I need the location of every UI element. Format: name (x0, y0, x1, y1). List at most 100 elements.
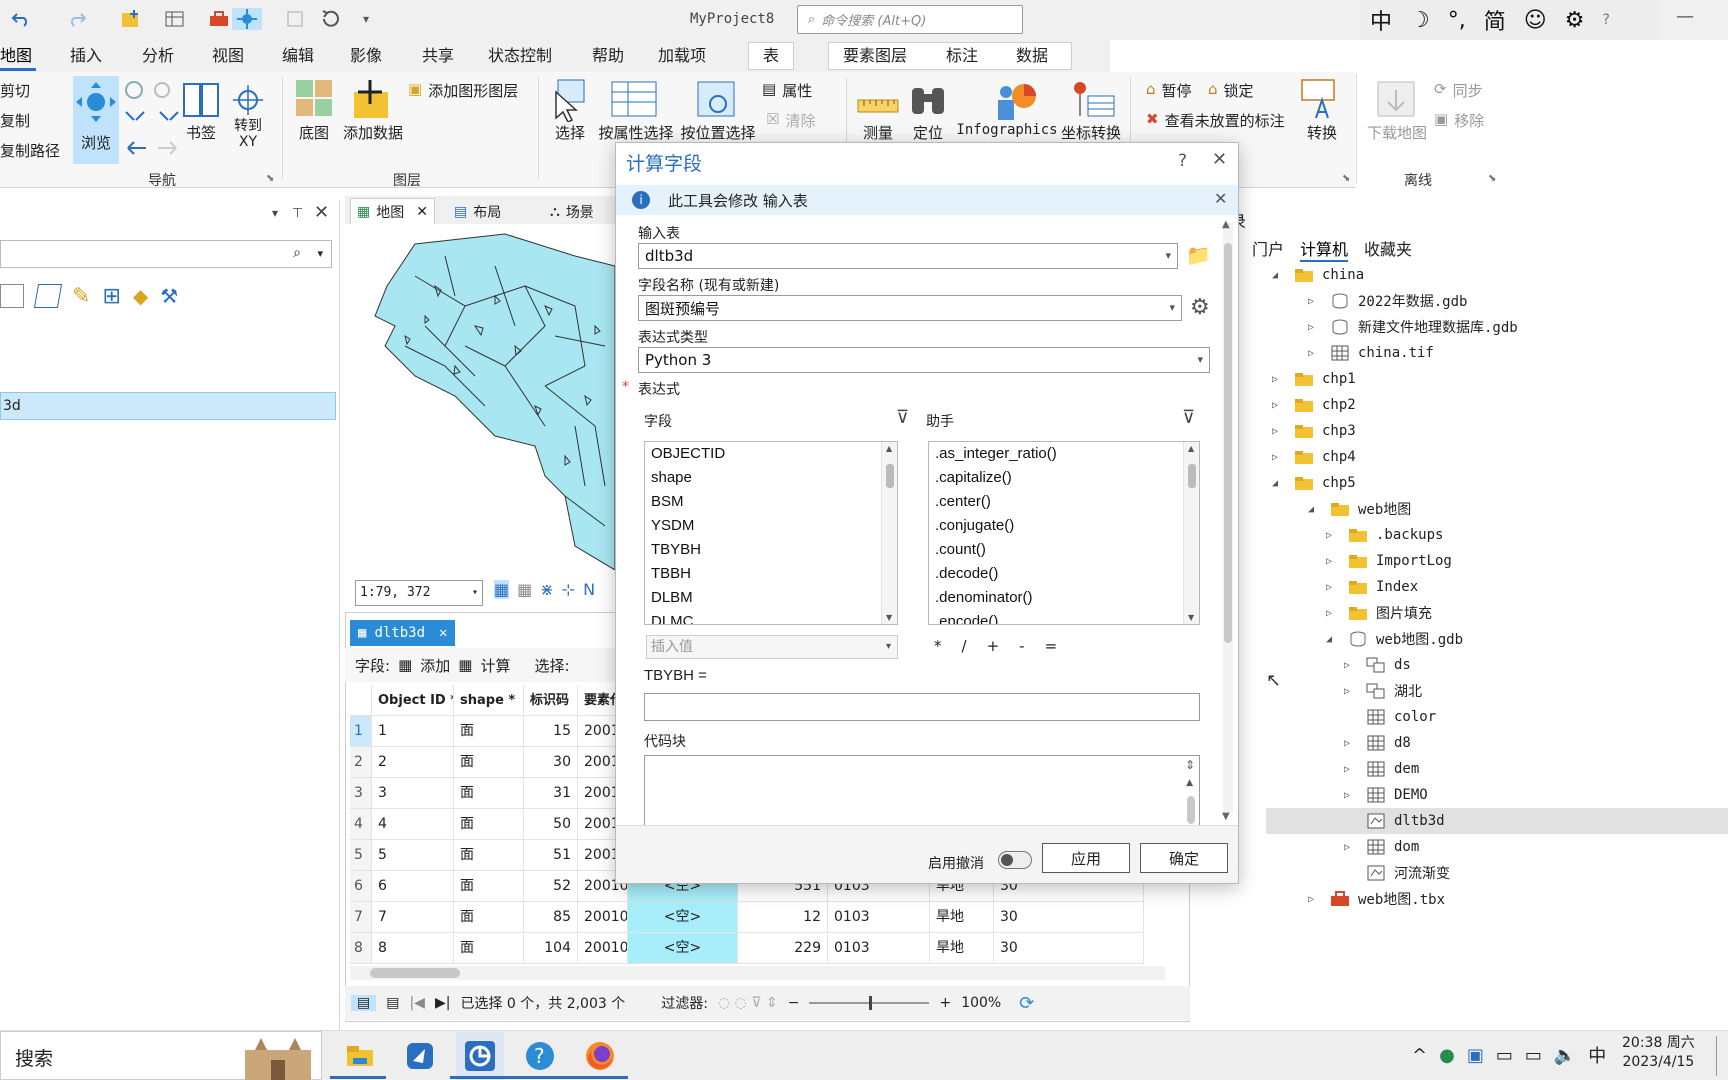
horizontal-scrollbar[interactable] (350, 966, 1165, 980)
table-cell[interactable]: <空> (628, 933, 738, 964)
minimize-button[interactable]: — (1676, 6, 1694, 27)
table-cell[interactable]: 旱地 (930, 902, 994, 933)
table-cell[interactable]: 30 (994, 933, 1144, 964)
sync-button[interactable]: ⟳ 同步 (1434, 80, 1483, 101)
expand-icon[interactable]: ▷ (1308, 894, 1322, 905)
selected-layer-item[interactable]: 3d (0, 392, 336, 420)
remove-button[interactable]: ▣ 移除 (1434, 110, 1484, 131)
expand-icon[interactable]: ▷ (1326, 556, 1340, 567)
insert-value-select[interactable]: 插入值 ▾ (646, 635, 898, 659)
collapse-icon[interactable]: ◢ (1326, 634, 1340, 645)
next-record-icon[interactable]: ▶| (435, 995, 450, 1011)
toolbox-icon[interactable] (206, 8, 232, 30)
expand-icon[interactable]: ⇕ (1185, 758, 1195, 772)
table-cell[interactable]: 3 (372, 778, 454, 809)
filter-icon[interactable]: ⊽ (1182, 407, 1195, 428)
expand-icon[interactable]: ▷ (1272, 452, 1286, 463)
row-number[interactable]: 1 (350, 716, 372, 747)
attributes-button[interactable]: ▤ 属性 (762, 80, 812, 101)
view-unplaced-labels-button[interactable]: ✖ 查看未放置的标注 (1146, 110, 1285, 131)
volume-icon[interactable]: 🔈 (1554, 1045, 1576, 1066)
refresh-icon[interactable] (318, 8, 344, 30)
convert-button[interactable]: 转换 (1296, 78, 1348, 164)
apply-button[interactable]: 应用 (1042, 843, 1130, 873)
tab-dltb3d[interactable]: ▦ dltb3d ✕ (350, 620, 456, 646)
simplified-icon[interactable]: 简 (1484, 4, 1506, 36)
pencil-icon[interactable]: ✎ (72, 284, 90, 309)
catalog-item[interactable]: ▷ DEMO (1290, 782, 1728, 808)
customize-qat-icon[interactable]: ▾ (358, 8, 374, 30)
catalog-item[interactable]: ▷ ImportLog (1290, 548, 1728, 574)
field-item[interactable]: DLBM (645, 586, 897, 610)
table-cell[interactable]: 1 (372, 716, 454, 747)
expand-icon[interactable]: ▷ (1344, 842, 1358, 853)
catalog-item[interactable]: ▷ d8 (1290, 730, 1728, 756)
close-icon[interactable]: ✕ (416, 204, 428, 220)
table-cell[interactable]: 85 (524, 902, 578, 933)
expand-icon[interactable]: ▷ (1344, 764, 1358, 775)
checkbox-icon[interactable] (284, 8, 306, 30)
table-cell[interactable]: 面 (454, 871, 524, 902)
field-item[interactable]: TBBH (645, 562, 897, 586)
feishu-icon[interactable] (396, 1032, 444, 1080)
field-item[interactable]: YSDM (645, 514, 897, 538)
field-item[interactable]: DLMC (645, 610, 897, 624)
catalog-item[interactable]: ◢ chp5 (1272, 470, 1728, 496)
row-number[interactable]: 8 (350, 933, 372, 964)
pane-options-icon[interactable]: ▾ (272, 206, 278, 220)
zoom-slider[interactable] (809, 996, 930, 1010)
tab-10[interactable]: 表 (748, 42, 795, 70)
table-cell[interactable]: 旱地 (930, 933, 994, 964)
filter-icon[interactable]: ⊽ (896, 407, 909, 428)
scroll-up-icon[interactable]: ▲ (1186, 778, 1193, 788)
field-name-select[interactable]: 图斑预编号 ▾ (638, 295, 1182, 321)
add-table-icon[interactable] (160, 8, 190, 30)
cut-button[interactable]: 剪切 (0, 80, 30, 101)
download-map-button[interactable]: 下载地图 (1364, 78, 1430, 164)
catalog-item[interactable]: ◢ web地图.gdb (1290, 626, 1728, 652)
redo-icon[interactable] (62, 8, 92, 30)
code-block-input[interactable]: ⇕ ▲ (644, 755, 1200, 825)
helpers-list[interactable]: .as_integer_ratio() .capitalize() .center(… (928, 441, 1200, 625)
add-data-button[interactable]: 添加数据 (340, 78, 406, 164)
code-scrollbar[interactable] (1187, 796, 1195, 824)
table-cell[interactable]: 8 (372, 933, 454, 964)
collapse-icon[interactable]: ◢ (1272, 270, 1286, 281)
meeting-icon[interactable]: ▣ (1467, 1045, 1484, 1066)
expand-icon[interactable]: ▷ (1272, 426, 1286, 437)
helper-item[interactable]: .count() (929, 538, 1199, 562)
catalog-item[interactable]: ◢ china (1272, 262, 1728, 288)
expand-icon[interactable]: ▷ (1344, 790, 1358, 801)
table-cell[interactable]: 2 (372, 747, 454, 778)
catalog-item[interactable]: ▷ ds (1290, 652, 1728, 678)
navigation-tools[interactable] (122, 78, 182, 164)
operator-button[interactable]: - (1019, 637, 1024, 655)
clock[interactable]: 20:38 周六 2023/4/15 (1622, 1034, 1695, 1072)
row-number[interactable]: 7 (350, 902, 372, 933)
battery-icon[interactable]: ▭ (1496, 1045, 1513, 1066)
firefox-icon[interactable] (576, 1032, 624, 1080)
tab-0[interactable]: 地图 (0, 44, 32, 68)
row-number[interactable]: 6 (350, 871, 372, 902)
lock-labels-button[interactable]: ⌂ 锁定 (1208, 80, 1254, 101)
catalog-item[interactable]: color (1290, 704, 1728, 730)
grid-toggle-icon[interactable]: ▦ (494, 580, 510, 599)
help-icon[interactable]: ? (1602, 12, 1609, 28)
add-graphics-layer-button[interactable]: ▣ 添加图形图层 (408, 80, 518, 101)
constraint-icon[interactable]: ⊹ (562, 580, 575, 599)
catalog-item[interactable]: ▷ web地图.tbx (1290, 886, 1728, 912)
new-layer-icon[interactable] (116, 8, 146, 30)
enable-undo-toggle[interactable] (998, 851, 1032, 869)
operator-button[interactable]: * (934, 637, 942, 655)
table-cell[interactable]: 面 (454, 840, 524, 871)
dialog-launcher-icon[interactable]: ⬊ (1342, 173, 1350, 184)
table-view-icon[interactable]: ▤ (351, 995, 377, 1011)
catalog-item[interactable]: ▷ chp3 (1272, 418, 1728, 444)
list-scrollbar[interactable]: ▲ ▼ (1183, 442, 1199, 624)
add-field-button[interactable]: 添加 (420, 655, 450, 676)
table-cell[interactable]: 30 (994, 902, 1144, 933)
table-cell[interactable]: 7 (372, 902, 454, 933)
table-cell[interactable]: 12 (738, 902, 828, 933)
column-header[interactable]: Object ID * (372, 685, 454, 716)
pin-icon[interactable]: ⊤ (292, 206, 303, 221)
